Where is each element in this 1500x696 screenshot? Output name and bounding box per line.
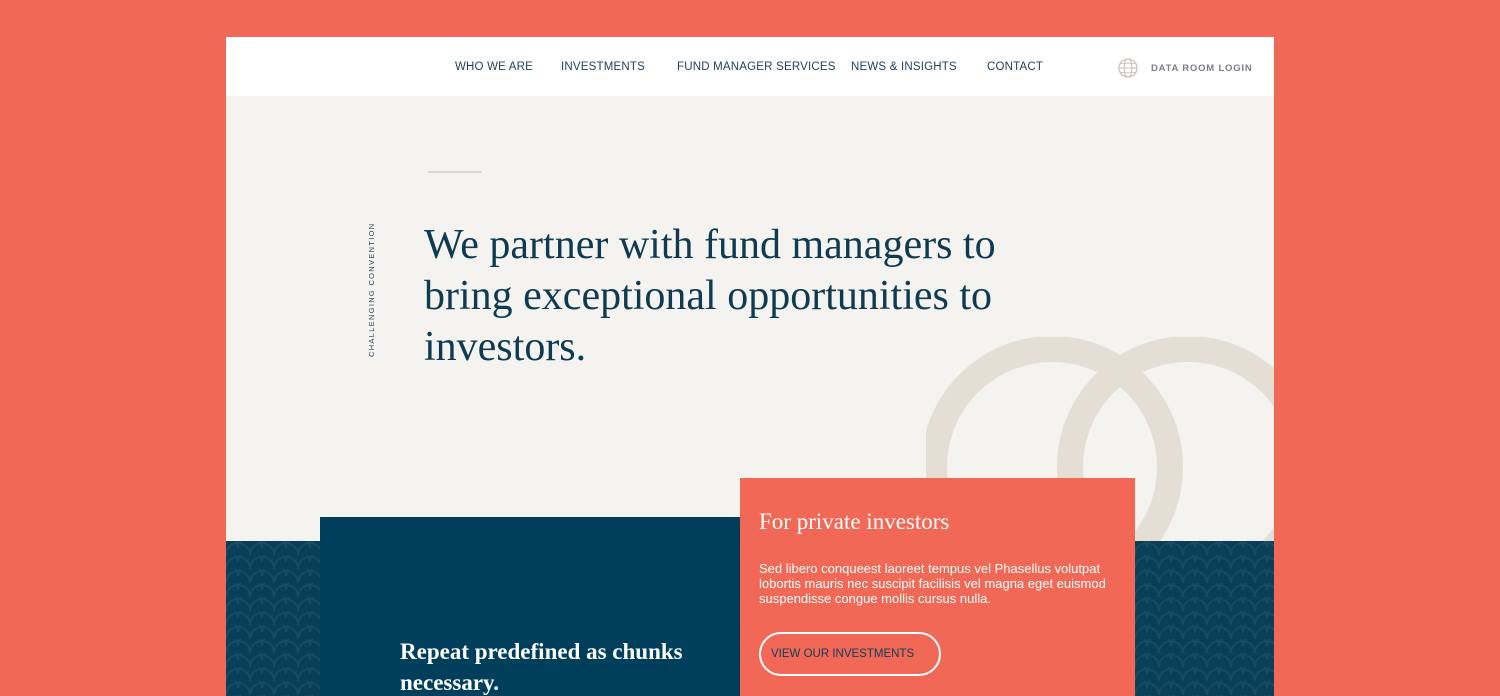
scale-pattern-left: [226, 541, 320, 696]
scale-pattern-right: [1135, 541, 1274, 696]
nav-item-news-insights[interactable]: NEWS & INSIGHTS: [851, 61, 957, 73]
view-investments-button[interactable]: VIEW OUR INVESTMENTS: [759, 632, 941, 676]
data-room-login-label: DATA ROOM LOGIN: [1151, 62, 1253, 74]
nav-item-contact[interactable]: CONTACT: [987, 61, 1043, 73]
private-investors-body: Sed libero conqueest laoreet tempus vel …: [759, 561, 1106, 606]
dark-card-heading: Repeat predefined as chunks necessary.: [400, 639, 683, 695]
nav-item-investments[interactable]: INVESTMENTS: [561, 61, 645, 73]
private-investors-card: For private investors Sed libero conquee…: [740, 478, 1135, 696]
hero-divider: [428, 171, 482, 173]
page: WHO WE ARE INVESTMENTS FUND MANAGER SERV…: [226, 37, 1274, 696]
nav-item-fund-manager-services[interactable]: FUND MANAGER SERVICES: [677, 61, 836, 73]
dark-card: Repeat predefined as chunks necessary.: [320, 517, 740, 696]
site-header: WHO WE ARE INVESTMENTS FUND MANAGER SERV…: [226, 37, 1274, 96]
data-room-login-link[interactable]: DATA ROOM LOGIN: [1118, 57, 1253, 79]
nav-item-who-we-are[interactable]: WHO WE ARE: [455, 61, 533, 73]
main-nav: WHO WE ARE INVESTMENTS FUND MANAGER SERV…: [226, 37, 1274, 96]
private-investors-title: For private investors: [759, 509, 950, 534]
hero-tagline: CHALLENGING CONVENTION: [367, 222, 376, 357]
globe-icon: [1118, 58, 1138, 78]
